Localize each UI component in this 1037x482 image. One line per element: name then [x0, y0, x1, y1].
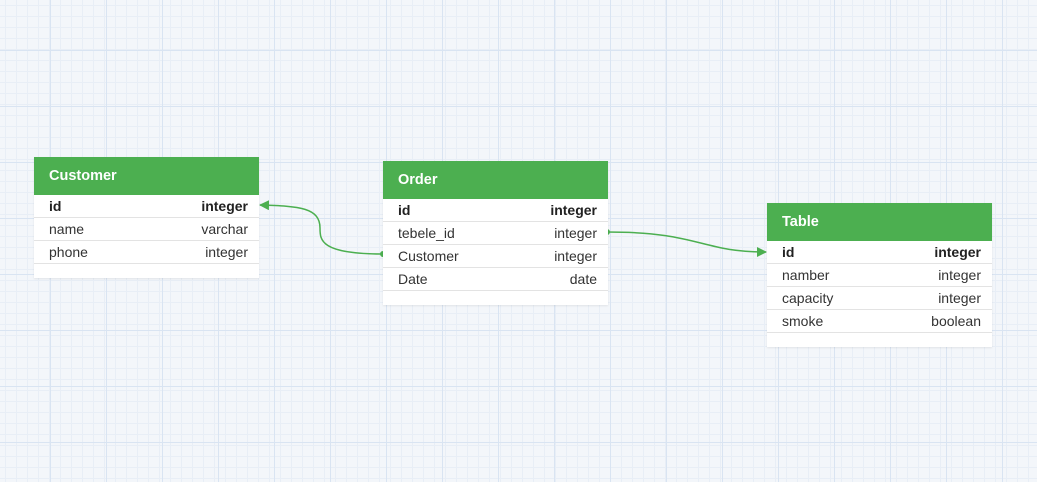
attr-name: namber	[782, 267, 830, 283]
table-attr-smoke[interactable]: smoke boolean	[767, 310, 992, 333]
customer-attr-id[interactable]: id integer	[34, 195, 259, 218]
attr-type: integer	[205, 244, 248, 260]
order-attr-date[interactable]: Date date	[383, 268, 608, 291]
attr-name: tebele_id	[398, 225, 455, 241]
table-attr-namber[interactable]: namber integer	[767, 264, 992, 287]
attr-type: integer	[550, 202, 597, 218]
order-attr-customer[interactable]: Customer integer	[383, 245, 608, 268]
entity-customer[interactable]: Customer id integer name varchar phone i…	[34, 157, 259, 278]
attr-name: name	[49, 221, 85, 237]
order-attr-id[interactable]: id integer	[383, 199, 608, 222]
table-attr-id[interactable]: id integer	[767, 241, 992, 264]
attr-name: phone	[49, 244, 88, 260]
attr-type: integer	[938, 290, 981, 306]
attr-type: varchar	[201, 221, 248, 237]
table-attr-capacity[interactable]: capacity integer	[767, 287, 992, 310]
attr-name: Date	[398, 271, 428, 287]
entity-footer	[767, 333, 992, 347]
order-attr-tebele-id[interactable]: tebele_id integer	[383, 222, 608, 245]
attr-type: integer	[554, 225, 597, 241]
attr-type: boolean	[931, 313, 981, 329]
attr-type: integer	[201, 198, 248, 214]
entity-customer-header[interactable]: Customer	[34, 157, 259, 195]
attr-type: integer	[934, 244, 981, 260]
connector-order-customer-to-customer-id[interactable]	[259, 200, 384, 255]
entity-footer	[34, 264, 259, 278]
customer-attr-phone[interactable]: phone integer	[34, 241, 259, 264]
entity-order[interactable]: Order id integer tebele_id integer Custo…	[383, 161, 608, 305]
attr-name: id	[782, 244, 795, 260]
attr-type: integer	[938, 267, 981, 283]
attr-name: smoke	[782, 313, 824, 329]
attr-name: id	[49, 198, 62, 214]
entity-table-header[interactable]: Table	[767, 203, 992, 241]
entity-table[interactable]: Table id integer namber integer capacity…	[767, 203, 992, 347]
attr-name: Customer	[398, 248, 459, 264]
diagram-canvas[interactable]: Customer id integer name varchar phone i…	[0, 0, 1037, 482]
attr-name: id	[398, 202, 411, 218]
attr-type: date	[569, 271, 597, 287]
entity-footer	[383, 291, 608, 305]
connector-order-tebele-id-to-table-id[interactable]	[606, 231, 767, 257]
attr-type: integer	[554, 248, 597, 264]
attr-name: capacity	[782, 290, 834, 306]
customer-attr-name[interactable]: name varchar	[34, 218, 259, 241]
entity-order-header[interactable]: Order	[383, 161, 608, 199]
